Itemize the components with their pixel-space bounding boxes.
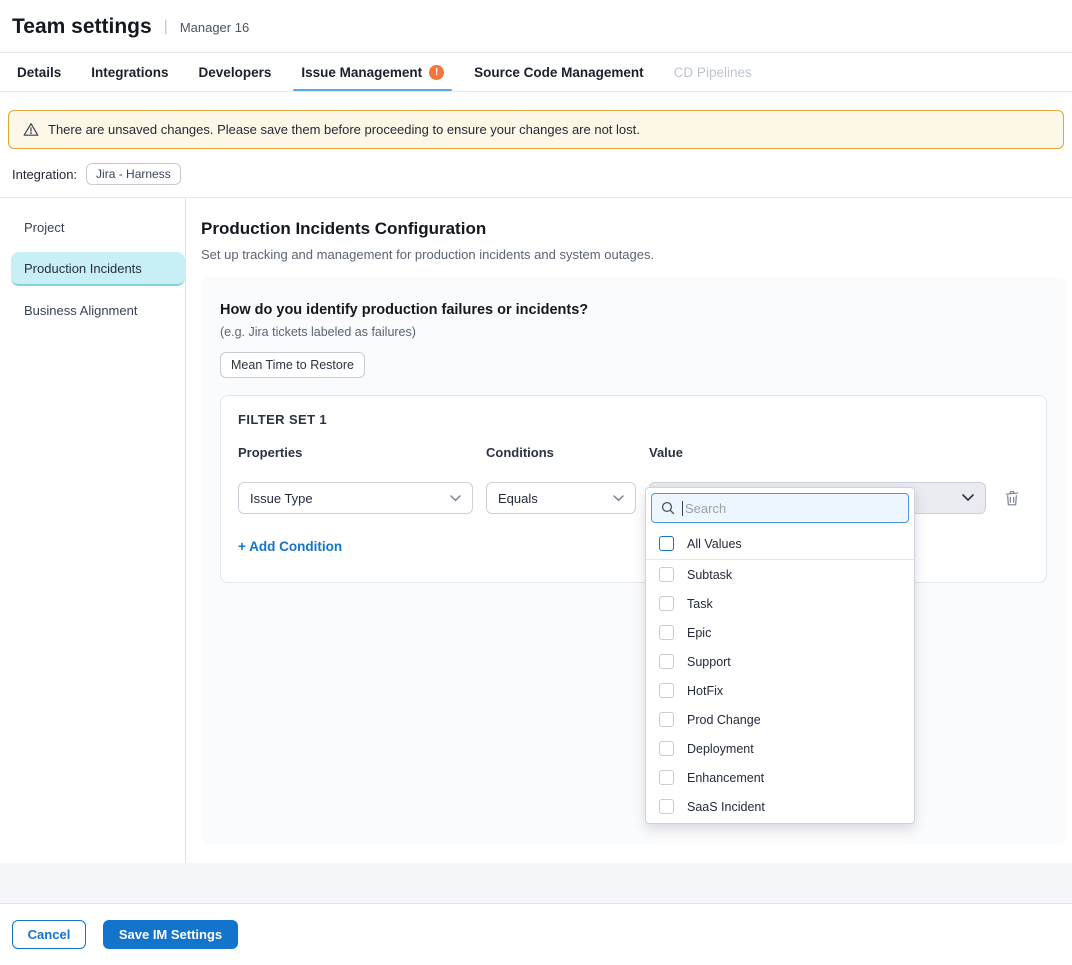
option-checkbox[interactable]: [659, 567, 674, 582]
sidebar-item[interactable]: Production Incidents: [11, 252, 185, 286]
page-subtitle: Manager 16: [180, 20, 249, 35]
page-header: Team settings | Manager 16: [0, 0, 1072, 53]
footer-strip: [0, 863, 1072, 904]
search-input[interactable]: [685, 501, 899, 516]
dropdown-option[interactable]: Support: [646, 647, 914, 676]
chevron-down-icon: [450, 495, 461, 502]
integration-chip[interactable]: Jira - Harness: [86, 163, 181, 185]
dropdown-option[interactable]: Task: [646, 589, 914, 618]
sidebar-item-label: Project: [24, 220, 64, 235]
option-label: Subtask: [687, 568, 732, 582]
tab-label: Issue Management: [301, 65, 422, 80]
dropdown-option[interactable]: Prod Change: [646, 705, 914, 734]
conditions-select-value: Equals: [498, 491, 538, 506]
cancel-button[interactable]: Cancel: [12, 920, 86, 949]
tab-label: CD Pipelines: [674, 65, 752, 80]
sidebar-item[interactable]: Project: [11, 211, 185, 244]
option-checkbox[interactable]: [659, 596, 674, 611]
chevron-down-icon: [613, 495, 624, 502]
column-header-properties: Properties: [238, 445, 473, 460]
option-label: Prod Change: [687, 713, 761, 727]
option-checkbox[interactable]: [659, 741, 674, 756]
integration-label: Integration:: [12, 167, 77, 182]
sidebar-item-label: Production Incidents: [24, 261, 142, 276]
section-subtitle: Set up tracking and management for produ…: [201, 247, 1066, 262]
tab-label: Source Code Management: [474, 65, 644, 80]
filter-set-box: FILTER SET 1 Properties Conditions Value…: [220, 395, 1047, 583]
dropdown-option[interactable]: Customer Notification: [646, 821, 914, 824]
checkbox-all-values[interactable]: [659, 536, 674, 551]
title-separator: |: [164, 18, 168, 36]
question-heading: How do you identify production failures …: [220, 302, 1047, 318]
filter-set-title: FILTER SET 1: [238, 412, 1029, 427]
option-checkbox[interactable]: [659, 625, 674, 640]
tab[interactable]: CD Pipelines: [674, 53, 752, 91]
settings-sidebar: Project Production Incidents Business Al…: [0, 198, 186, 863]
dropdown-option-list: Subtask Task Epic Support HotFix: [646, 560, 914, 824]
dropdown-option[interactable]: Subtask: [646, 560, 914, 589]
add-condition-button[interactable]: + Add Condition: [238, 539, 342, 554]
option-label: HotFix: [687, 684, 723, 698]
all-values-label: All Values: [687, 537, 742, 551]
dropdown-option[interactable]: Epic: [646, 618, 914, 647]
alert-badge-icon: !: [429, 65, 444, 80]
option-checkbox[interactable]: [659, 799, 674, 814]
text-cursor: [682, 501, 683, 516]
tab[interactable]: Issue Management !: [301, 53, 444, 91]
option-label: Support: [687, 655, 731, 669]
tab[interactable]: Source Code Management: [474, 53, 644, 91]
tab-bar: Details Integrations Developers Issue Ma…: [0, 53, 1072, 92]
warning-triangle-icon: [23, 122, 39, 137]
sidebar-item[interactable]: Business Alignment: [11, 294, 185, 327]
dropdown-search[interactable]: [651, 493, 909, 523]
dropdown-option[interactable]: SaaS Incident: [646, 792, 914, 821]
search-icon: [661, 501, 675, 515]
value-dropdown-panel: All Values Subtask Task Epic Support: [645, 487, 915, 824]
delete-filter-button[interactable]: [999, 485, 1025, 511]
sidebar-item-label: Business Alignment: [24, 303, 137, 318]
option-label: Deployment: [687, 742, 754, 756]
tab-label: Details: [17, 65, 61, 80]
save-im-settings-button[interactable]: Save IM Settings: [103, 920, 238, 949]
section-title: Production Incidents Configuration: [201, 219, 1066, 239]
conditions-select[interactable]: Equals: [486, 482, 636, 514]
tab-label: Integrations: [91, 65, 168, 80]
unsaved-changes-banner: There are unsaved changes. Please save t…: [8, 110, 1064, 149]
integration-row: Integration: Jira - Harness: [0, 149, 1072, 197]
option-checkbox[interactable]: [659, 770, 674, 785]
tab-label: Developers: [199, 65, 272, 80]
properties-select-value: Issue Type: [250, 491, 313, 506]
option-label: SaaS Incident: [687, 800, 765, 814]
incidents-config-card: How do you identify production failures …: [201, 277, 1066, 844]
dropdown-option[interactable]: Deployment: [646, 734, 914, 763]
metric-chip[interactable]: Mean Time to Restore: [220, 352, 365, 378]
option-checkbox[interactable]: [659, 683, 674, 698]
tab[interactable]: Developers: [199, 53, 272, 91]
page-title: Team settings: [12, 15, 152, 39]
dropdown-option[interactable]: Enhancement: [646, 763, 914, 792]
all-values-option[interactable]: All Values: [646, 528, 914, 560]
question-hint: (e.g. Jira tickets labeled as failures): [220, 325, 1047, 339]
trash-icon: [1004, 490, 1020, 507]
tab[interactable]: Integrations: [91, 53, 168, 91]
option-checkbox[interactable]: [659, 654, 674, 669]
column-header-value: Value: [649, 445, 986, 460]
option-checkbox[interactable]: [659, 712, 674, 727]
main-panel: Production Incidents Configuration Set u…: [186, 198, 1072, 863]
banner-text: There are unsaved changes. Please save t…: [48, 122, 640, 137]
dropdown-option[interactable]: HotFix: [646, 676, 914, 705]
option-label: Epic: [687, 626, 711, 640]
column-header-conditions: Conditions: [486, 445, 636, 460]
chevron-down-icon: [962, 494, 974, 502]
option-label: Task: [687, 597, 713, 611]
tab[interactable]: Details: [17, 53, 61, 91]
option-label: Enhancement: [687, 771, 764, 785]
properties-select[interactable]: Issue Type: [238, 482, 473, 514]
